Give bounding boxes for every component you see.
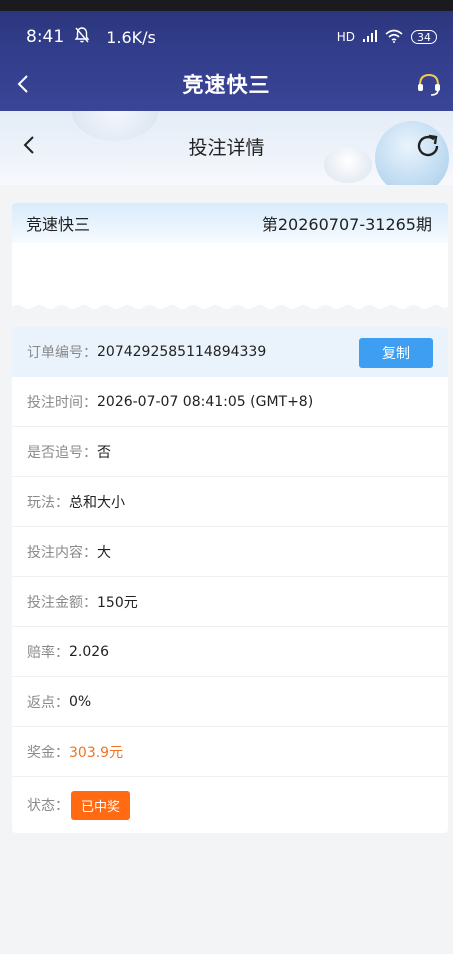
play-value: 总和大小 (69, 494, 125, 511)
bet-content-row: 投注内容： 大 (12, 527, 448, 577)
rebate-row: 返点： 0% (12, 677, 448, 727)
rebate-label: 返点： (27, 694, 69, 711)
order-details-card: 订单编号： 2074292585114894339 复制 投注时间： 2026-… (12, 327, 448, 833)
lottery-card: 竞速快三 第20260707-31265期 (12, 203, 448, 313)
status-badge: 已中奖 (71, 790, 131, 820)
customer-service-button[interactable] (413, 68, 445, 100)
refresh-button[interactable] (413, 131, 443, 161)
prize-value: 303.9元 (69, 744, 124, 761)
order-number-value: 2074292585114894339 (97, 344, 267, 360)
chase-label: 是否追号： (27, 444, 97, 461)
bet-amount-row: 投注金额： 150元 (12, 577, 448, 627)
top-band: 8:41 1.6K/s HD 34 竞速快三 (0, 0, 453, 111)
lottery-name: 竞速快三 (26, 215, 91, 234)
lottery-card-header: 竞速快三 第20260707-31265期 (12, 203, 448, 243)
wave-edge (12, 305, 448, 313)
odds-label: 赔率： (27, 644, 69, 661)
bell-off-icon (74, 26, 90, 49)
chase-row: 是否追号： 否 (12, 427, 448, 477)
copy-button[interactable]: 复制 (359, 338, 433, 368)
bet-time-row: 投注时间： 2026-07-07 08:41:05 (GMT+8) (12, 377, 448, 427)
status-time: 8:41 (26, 27, 65, 47)
chase-value: 否 (97, 444, 111, 461)
refresh-icon (417, 134, 439, 157)
rebate-value: 0% (69, 693, 92, 710)
headset-icon (418, 73, 440, 96)
bet-time-label: 投注时间： (27, 394, 97, 411)
back-button[interactable] (8, 68, 40, 100)
bet-content-value: 大 (97, 544, 111, 561)
play-label: 玩法： (27, 494, 69, 511)
order-number-row: 订单编号： 2074292585114894339 复制 (12, 327, 448, 377)
app-bar: 竞速快三 (0, 58, 453, 110)
sub-header: 投注详情 (0, 111, 453, 185)
prize-label: 奖金： (27, 744, 69, 761)
bet-amount-label: 投注金额： (27, 594, 97, 611)
odds-value: 2.026 (69, 643, 110, 660)
network-type: HD (336, 30, 355, 44)
bet-time-value: 2026-07-07 08:41:05 (GMT+8) (97, 393, 314, 410)
wifi-icon (385, 29, 403, 46)
battery-indicator: 34 (411, 30, 437, 44)
bet-amount-value: 150元 (97, 594, 138, 611)
app-title: 竞速快三 (182, 73, 271, 97)
status-bar: 8:41 1.6K/s HD 34 (0, 18, 453, 56)
play-row: 玩法： 总和大小 (12, 477, 448, 527)
page-title: 投注详情 (188, 137, 265, 159)
signal-icon (363, 29, 377, 45)
status-row: 状态： 已中奖 (12, 777, 448, 833)
odds-row: 赔率： 2.026 (12, 627, 448, 677)
lottery-period: 第20260707-31265期 (261, 215, 432, 234)
status-label: 状态： (27, 798, 69, 814)
network-speed: 1.6K/s (106, 27, 156, 47)
prize-row: 奖金： 303.9元 (12, 727, 448, 777)
order-number-label: 订单编号： (27, 345, 97, 361)
bet-content-label: 投注内容： (27, 544, 97, 561)
